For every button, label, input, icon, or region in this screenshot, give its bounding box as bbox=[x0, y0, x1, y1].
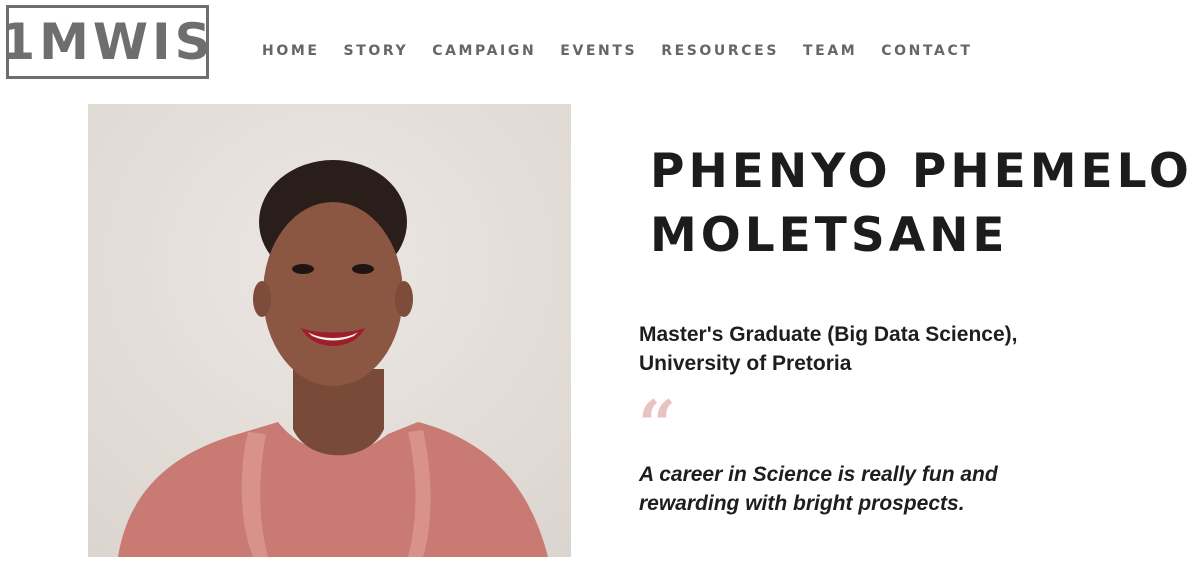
main-nav: HOME STORY CAMPAIGN EVENTS RESOURCES TEA… bbox=[262, 41, 997, 61]
profile-quote-line1: A career in Science is really fun and bbox=[639, 463, 998, 486]
nav-item-contact[interactable]: CONTACT bbox=[881, 41, 972, 61]
profile-name-line1: PHENYO PHEMELO bbox=[650, 144, 1193, 199]
profile-quote-line2: rewarding with bright prospects. bbox=[639, 492, 965, 515]
profile-quote: A career in Science is really fun and re… bbox=[639, 460, 1159, 518]
profile-role-line1: Master's Graduate (Big Data Science), bbox=[639, 323, 1018, 346]
site-logo-text: 1MWIS bbox=[0, 13, 215, 71]
nav-item-story[interactable]: STORY bbox=[344, 41, 409, 61]
nav-item-resources[interactable]: RESOURCES bbox=[661, 41, 779, 61]
nav-item-team[interactable]: TEAM bbox=[803, 41, 857, 61]
profile-role: Master's Graduate (Big Data Science), Un… bbox=[639, 320, 1159, 378]
profile-photo bbox=[88, 104, 571, 557]
profile-name-line2: MOLETSANE bbox=[650, 208, 1009, 263]
profile-name: PHENYO PHEMELO MOLETSANE bbox=[650, 140, 1195, 268]
site-logo[interactable]: 1MWIS bbox=[0, 5, 211, 79]
nav-item-home[interactable]: HOME bbox=[262, 41, 320, 61]
portrait-illustration bbox=[88, 104, 571, 557]
profile-role-line2: University of Pretoria bbox=[639, 352, 852, 375]
quote-mark-icon: “ bbox=[638, 386, 676, 464]
nav-item-campaign[interactable]: CAMPAIGN bbox=[432, 41, 536, 61]
nav-item-events[interactable]: EVENTS bbox=[560, 41, 637, 61]
